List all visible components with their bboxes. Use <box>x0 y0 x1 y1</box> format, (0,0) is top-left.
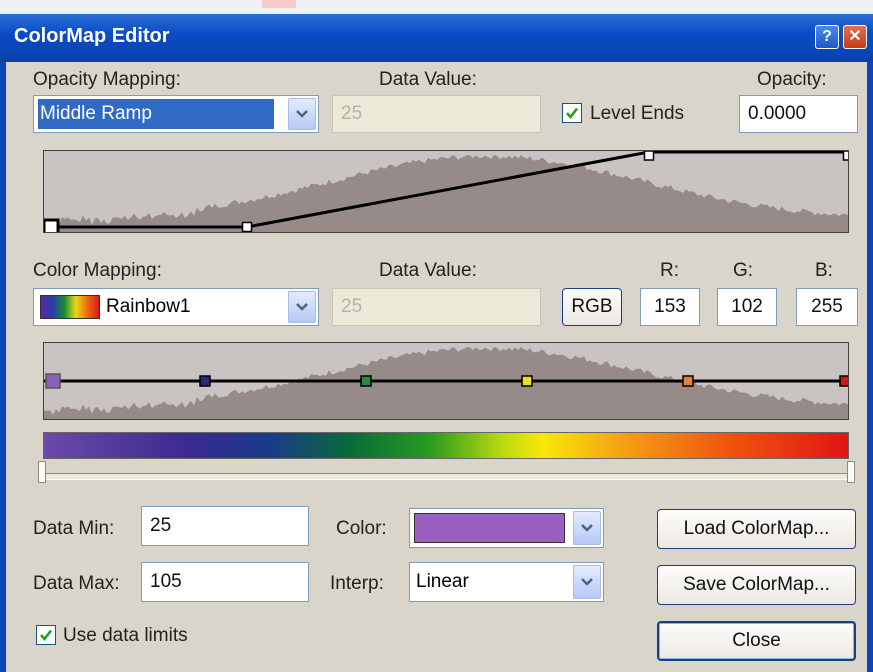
opacity-label: Opacity: <box>757 69 827 90</box>
chevron-down-icon[interactable] <box>288 291 316 323</box>
opacity-data-value-field[interactable]: 25 <box>332 95 541 133</box>
rgb-button[interactable]: RGB <box>562 288 622 326</box>
color-histogram <box>44 347 849 419</box>
checkmark-icon <box>40 629 53 642</box>
r-label: R: <box>660 260 679 281</box>
g-value-field[interactable]: 102 <box>717 288 777 326</box>
color-mapping-value: Rainbow1 <box>106 296 191 317</box>
close-button[interactable]: Close <box>657 621 856 661</box>
b-label: B: <box>815 260 833 281</box>
colormap-gradient-bar <box>43 432 849 459</box>
opacity-value-field[interactable]: 0.0000 <box>739 95 858 133</box>
opacity-control-point[interactable] <box>842 151 850 161</box>
use-data-limits-label: Use data limits <box>63 625 188 646</box>
color-mapping-select[interactable]: Rainbow1 <box>33 288 319 326</box>
data-max-label: Data Max: <box>33 573 120 594</box>
histogram-silhouette <box>44 155 848 232</box>
chevron-down-icon[interactable] <box>573 565 601 599</box>
interp-label: Interp: <box>330 573 384 594</box>
chevron-down-icon[interactable] <box>288 98 316 130</box>
colormap-editor-dialog: ColorMap Editor ? ✕ Opacity Mapping: Dat… <box>0 0 873 672</box>
color-data-value-label: Data Value: <box>379 260 477 281</box>
g-label: G: <box>733 260 754 281</box>
close-window-icon[interactable]: ✕ <box>843 25 867 49</box>
data-min-label: Data Min: <box>33 518 115 539</box>
opacity-control-point[interactable] <box>44 218 60 233</box>
histogram-silhouette <box>44 347 848 419</box>
interp-value: Linear <box>416 571 469 592</box>
opacity-histogram-panel[interactable] <box>43 150 849 233</box>
color-control-point[interactable] <box>839 375 849 387</box>
color-control-point[interactable] <box>521 375 533 387</box>
opacity-mapping-select[interactable]: Middle Ramp <box>33 95 319 133</box>
opacity-histogram <box>44 151 850 233</box>
color-control-point[interactable] <box>45 373 61 389</box>
range-slider[interactable] <box>38 461 855 489</box>
data-max-field[interactable]: 105 <box>141 562 309 602</box>
slider-thumb-min[interactable] <box>38 461 46 483</box>
dialog-title: ColorMap Editor <box>14 25 170 47</box>
level-ends-label: Level Ends <box>590 103 685 124</box>
checkmark-icon <box>566 107 579 120</box>
opacity-control-point[interactable] <box>241 221 253 232</box>
load-colormap-button[interactable]: Load ColorMap... <box>657 509 856 549</box>
color-control-point[interactable] <box>199 375 211 387</box>
slider-track <box>38 473 855 480</box>
r-value-field[interactable]: 153 <box>640 288 700 326</box>
opacity-mapping-label: Opacity Mapping: <box>33 69 181 90</box>
use-data-limits-checkbox[interactable] <box>36 625 56 645</box>
color-data-value-field[interactable]: 25 <box>332 288 541 326</box>
b-value-field[interactable]: 255 <box>796 288 858 326</box>
level-ends-checkbox[interactable] <box>562 103 582 123</box>
color-histogram-panel[interactable] <box>43 342 849 420</box>
opacity-control-point[interactable] <box>643 151 655 161</box>
color-control-point[interactable] <box>360 375 372 387</box>
color-mapping-label: Color Mapping: <box>33 260 162 281</box>
background-strip <box>0 0 873 14</box>
color-select[interactable] <box>409 508 604 548</box>
data-min-field[interactable]: 25 <box>141 506 309 546</box>
selected-color-swatch <box>414 513 565 543</box>
window-frame-right <box>867 62 873 672</box>
rainbow-swatch-icon <box>40 295 100 319</box>
save-colormap-button[interactable]: Save ColorMap... <box>657 565 856 605</box>
help-icon[interactable]: ? <box>815 25 839 49</box>
opacity-data-value-label: Data Value: <box>379 69 477 90</box>
color-control-point[interactable] <box>682 375 694 387</box>
interp-select[interactable]: Linear <box>409 562 604 602</box>
chevron-down-icon[interactable] <box>573 511 601 545</box>
color-label: Color: <box>336 518 387 539</box>
opacity-mapping-value: Middle Ramp <box>38 99 274 129</box>
slider-thumb-max[interactable] <box>847 461 855 483</box>
